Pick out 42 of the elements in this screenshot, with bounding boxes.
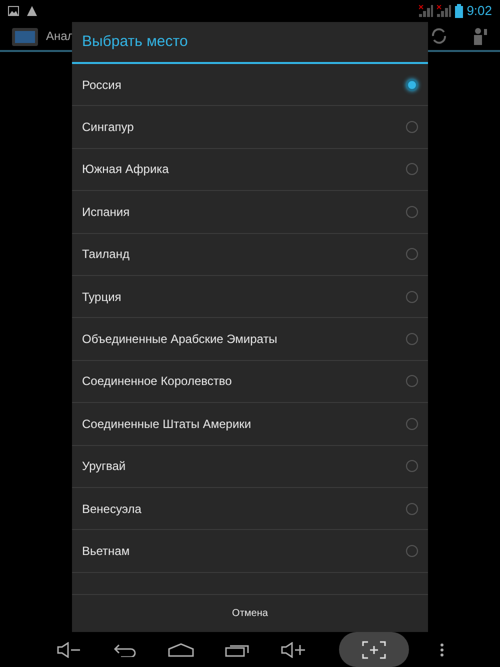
option-row[interactable]: Соединенное Королевство bbox=[72, 360, 428, 404]
person-icon[interactable] bbox=[472, 27, 488, 45]
option-row[interactable]: Венесуэла bbox=[72, 488, 428, 530]
signal-icon bbox=[418, 5, 433, 17]
option-row[interactable]: Объединенные Арабские Эмираты bbox=[72, 318, 428, 361]
radio-button[interactable] bbox=[406, 418, 418, 430]
image-icon bbox=[8, 6, 19, 16]
screenshot-icon bbox=[362, 640, 386, 658]
option-row[interactable]: Россия bbox=[72, 64, 428, 106]
refresh-icon[interactable] bbox=[430, 27, 448, 45]
screenshot-button[interactable] bbox=[339, 632, 410, 667]
volume-down-icon[interactable] bbox=[56, 642, 82, 658]
radio-button[interactable] bbox=[406, 78, 418, 91]
radio-button[interactable] bbox=[406, 290, 418, 303]
radio-button[interactable] bbox=[406, 248, 418, 260]
radio-button[interactable] bbox=[406, 333, 418, 346]
option-row[interactable]: Вьетнам bbox=[72, 530, 428, 573]
cancel-button[interactable]: Отмена bbox=[72, 594, 428, 632]
radio-button[interactable] bbox=[406, 544, 418, 557]
option-row[interactable]: Уругвай bbox=[72, 446, 428, 488]
option-row[interactable]: Таиланд bbox=[72, 234, 428, 276]
dialog-title: Выбрать место bbox=[82, 32, 188, 52]
radio-button[interactable] bbox=[406, 206, 418, 218]
warning-icon bbox=[27, 6, 37, 16]
overflow-menu-icon[interactable] bbox=[440, 642, 444, 656]
option-row[interactable]: Соединенные Штаты Америки bbox=[72, 403, 428, 446]
recent-apps-icon[interactable] bbox=[224, 642, 249, 656]
battery-icon bbox=[454, 4, 463, 18]
clock: 9:02 bbox=[466, 2, 492, 20]
radio-button[interactable] bbox=[406, 460, 418, 472]
option-row[interactable]: Южная Африка bbox=[72, 148, 428, 192]
tv-icon bbox=[12, 26, 38, 46]
option-row[interactable]: Сингапур bbox=[72, 106, 428, 149]
home-icon[interactable] bbox=[168, 642, 194, 656]
back-icon[interactable] bbox=[112, 642, 137, 656]
radio-button[interactable] bbox=[406, 121, 418, 134]
signal-icon bbox=[436, 5, 451, 17]
radio-button[interactable] bbox=[406, 163, 418, 176]
option-row[interactable]: Испания bbox=[72, 191, 428, 234]
option-row[interactable]: Турция bbox=[72, 276, 428, 318]
radio-button[interactable] bbox=[406, 502, 418, 515]
radio-button[interactable] bbox=[406, 375, 418, 388]
